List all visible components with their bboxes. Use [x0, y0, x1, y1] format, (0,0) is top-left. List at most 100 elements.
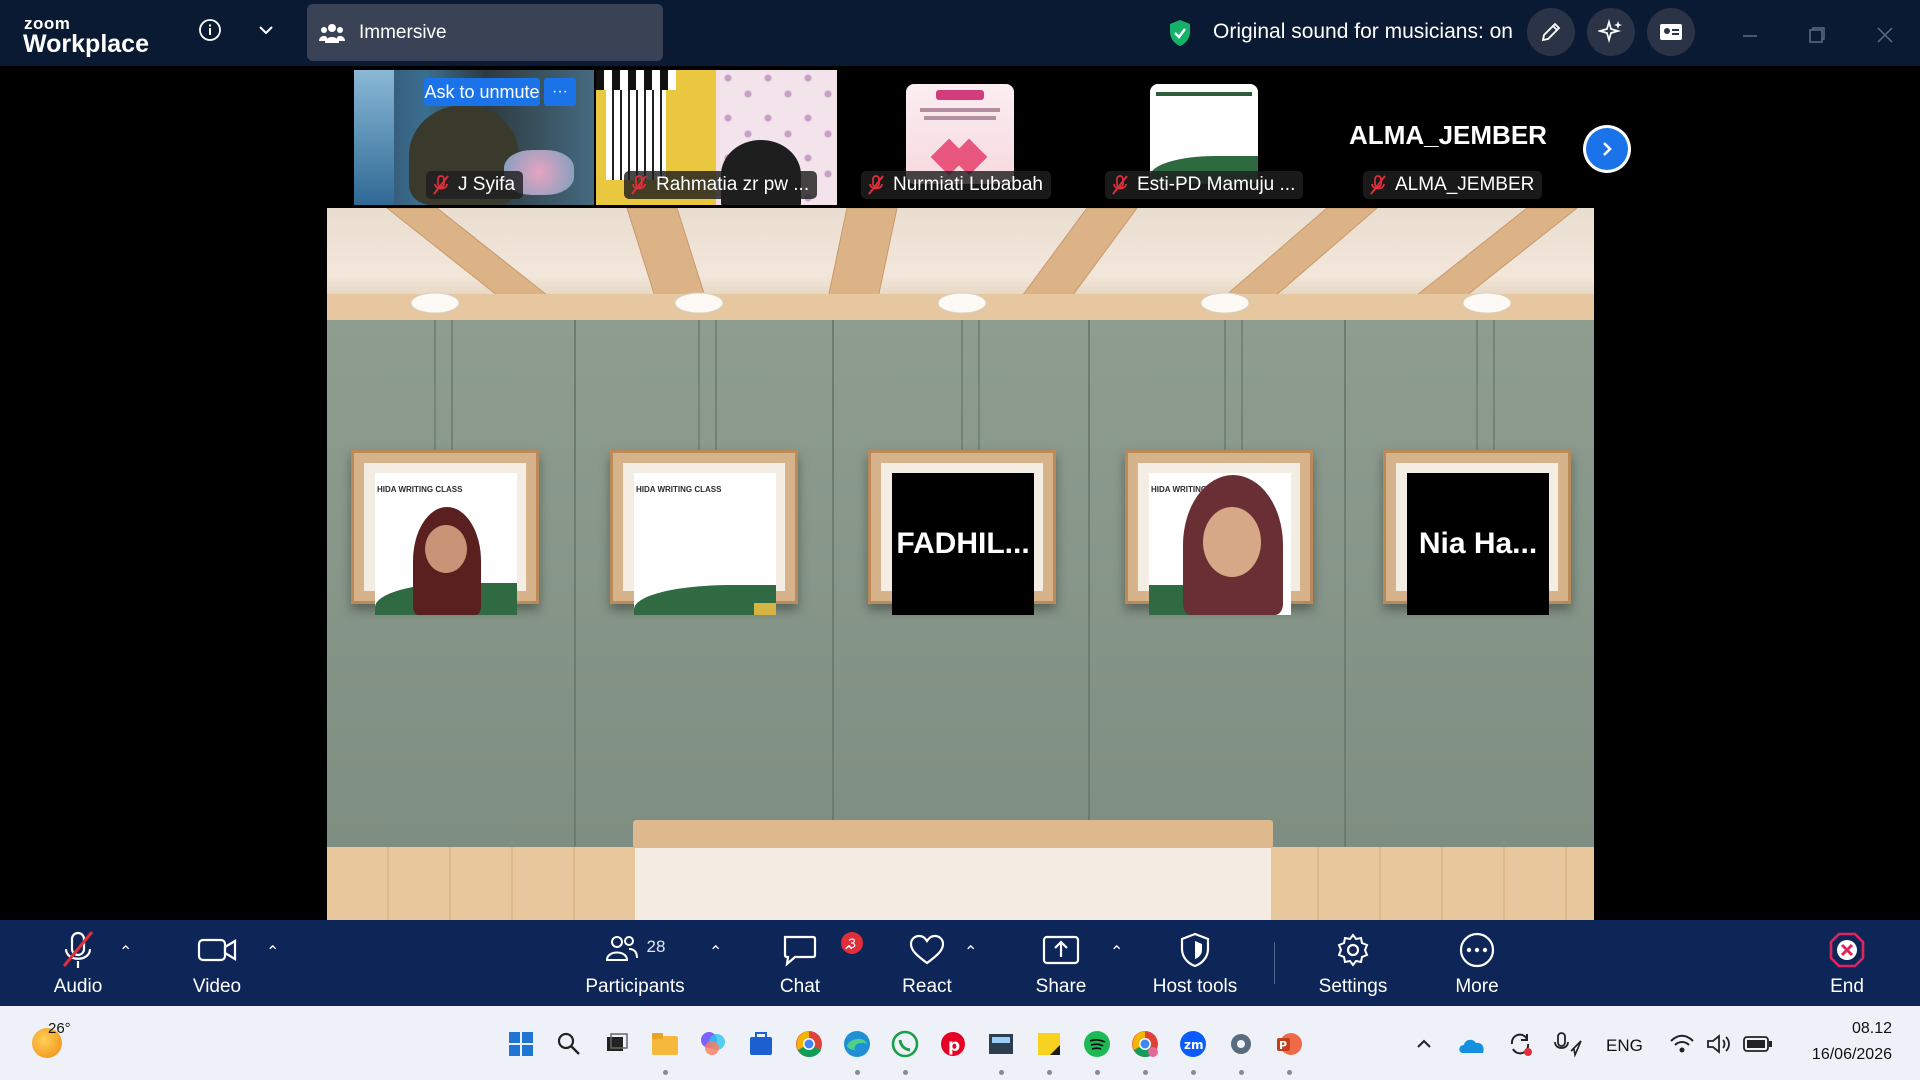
- chat-options-caret[interactable]: ⌃: [842, 942, 855, 962]
- react-options-caret[interactable]: ⌃: [964, 942, 977, 962]
- end-meeting-button[interactable]: End: [1792, 926, 1902, 998]
- video-label: Video: [192, 976, 242, 997]
- host-tools-label: Host tools: [1152, 976, 1238, 997]
- slide-caption: HIDA WRITING CLASS: [377, 485, 463, 494]
- gallery-frame[interactable]: HIDA WRITING CLASS: [351, 450, 539, 615]
- sparkle-icon: [1598, 19, 1622, 44]
- more-options-button[interactable]: ···: [544, 78, 576, 106]
- more-label: More: [1455, 976, 1499, 997]
- id-card-icon: [1660, 24, 1682, 40]
- start-windows-icon[interactable]: [505, 1028, 537, 1060]
- react-button[interactable]: React: [872, 926, 982, 998]
- participant-tile[interactable]: ALMA_JEMBER ALMA_JEMBER: [1327, 70, 1569, 205]
- chevron-up-icon[interactable]: [1408, 1028, 1440, 1060]
- participant-video: HIDA WRITING C: [1149, 473, 1291, 615]
- participant-video-tile[interactable]: Ask to unmute ··· J Syifa: [354, 70, 594, 205]
- mic-muted-icon: [60, 926, 96, 974]
- zoom-app-icon[interactable]: zm: [1177, 1028, 1209, 1060]
- participant-name-card: FADHIL...: [892, 473, 1034, 615]
- participants-button[interactable]: 28 Participants: [580, 926, 690, 998]
- share-screen-icon: [1042, 926, 1080, 974]
- react-label: React: [902, 976, 952, 997]
- chrome-profile-icon[interactable]: [1129, 1028, 1161, 1060]
- mic-muted-icon: [867, 174, 885, 196]
- edge-icon[interactable]: [841, 1028, 873, 1060]
- input-language[interactable]: ENG: [1606, 1036, 1643, 1056]
- participant-card-button[interactable]: [1647, 8, 1695, 56]
- participants-options-caret[interactable]: ⌃: [709, 942, 722, 962]
- audio-button[interactable]: Audio: [23, 926, 133, 998]
- end-x-icon: [1828, 926, 1866, 974]
- clock-date[interactable]: 16/06/2026: [1780, 1046, 1892, 1064]
- search-icon[interactable]: [553, 1028, 585, 1060]
- slide-caption: HIDA WRITING CLASS: [636, 485, 722, 494]
- gallery-frame[interactable]: HIDA WRITING C: [1125, 450, 1313, 615]
- wifi-icon[interactable]: [1666, 1028, 1698, 1060]
- annotate-button[interactable]: [1527, 8, 1575, 56]
- share-label: Share: [1035, 976, 1087, 997]
- mic-location-icon[interactable]: [1552, 1028, 1584, 1060]
- participant-name: Nurmiati Lubabah: [893, 174, 1043, 195]
- chevron-down-icon[interactable]: [252, 16, 280, 44]
- ai-companion-button[interactable]: [1587, 8, 1635, 56]
- close-icon[interactable]: [1870, 20, 1900, 50]
- media-app-icon[interactable]: [985, 1028, 1017, 1060]
- sticky-notes-icon[interactable]: [1033, 1028, 1065, 1060]
- volume-icon[interactable]: [1703, 1028, 1735, 1060]
- pinterest-icon[interactable]: p: [937, 1028, 969, 1060]
- participants-label: Participants: [585, 976, 685, 997]
- restore-icon[interactable]: [1802, 20, 1832, 50]
- participant-tile[interactable]: Nurmiati Lubabah: [839, 70, 1081, 205]
- participant-tile[interactable]: Esti-PD Mamuju ...: [1083, 70, 1325, 205]
- participant-name: Esti-PD Mamuju ...: [1137, 174, 1296, 195]
- gallery-frame[interactable]: Nia Ha...: [1383, 450, 1571, 615]
- sync-icon[interactable]: [1504, 1028, 1536, 1060]
- chrome-icon[interactable]: [793, 1028, 825, 1060]
- immersive-stage: HIDA WRITING CLASS HIDA WRITING CLASS FA…: [327, 208, 1594, 920]
- settings-gear-icon[interactable]: [1225, 1028, 1257, 1060]
- settings-label: Settings: [1318, 976, 1388, 997]
- participant-video-tile[interactable]: Rahmatia zr pw ...: [596, 70, 837, 205]
- video-options-caret[interactable]: ⌃: [266, 942, 279, 962]
- share-options-caret[interactable]: ⌃: [1110, 942, 1123, 962]
- mic-muted-icon: [432, 174, 450, 196]
- clock-time[interactable]: 08.12: [1780, 1020, 1892, 1038]
- participant-name-tag: J Syifa: [426, 171, 524, 199]
- shield-icon: [1179, 926, 1211, 974]
- ask-to-unmute-button[interactable]: Ask to unmute: [424, 78, 540, 106]
- mic-muted-icon: [1369, 174, 1387, 196]
- battery-icon[interactable]: [1742, 1028, 1774, 1060]
- task-view-icon[interactable]: [601, 1028, 633, 1060]
- video-button[interactable]: Video: [162, 926, 272, 998]
- chat-button[interactable]: 3 Chat: [745, 926, 863, 998]
- onedrive-icon[interactable]: [1456, 1028, 1488, 1060]
- end-label: End: [1830, 976, 1864, 997]
- participant-name: ALMA_JEMBER: [1395, 174, 1535, 195]
- mic-muted-icon: [630, 174, 648, 196]
- gallery-frame[interactable]: HIDA WRITING CLASS: [610, 450, 798, 615]
- minimize-icon[interactable]: [1735, 20, 1765, 50]
- store-icon[interactable]: [745, 1028, 777, 1060]
- more-button[interactable]: More: [1422, 926, 1532, 998]
- settings-button[interactable]: Settings: [1298, 926, 1408, 998]
- share-button[interactable]: Share: [1006, 926, 1116, 998]
- info-icon[interactable]: [196, 16, 224, 44]
- host-tools-button[interactable]: Host tools: [1140, 926, 1250, 998]
- toolbar-divider: [1274, 942, 1275, 984]
- spotify-icon[interactable]: [1081, 1028, 1113, 1060]
- gear-icon: [1335, 926, 1371, 974]
- people-icon: [319, 21, 345, 45]
- powerpoint-icon[interactable]: P: [1273, 1028, 1305, 1060]
- chat-bubble-icon: 3: [781, 926, 863, 974]
- copilot-icon[interactable]: [697, 1028, 729, 1060]
- mic-muted-icon: [1111, 174, 1129, 196]
- audio-options-caret[interactable]: ⌃: [119, 942, 132, 962]
- immersive-view-button[interactable]: Immersive: [307, 4, 663, 61]
- file-explorer-icon[interactable]: [649, 1028, 681, 1060]
- next-page-button[interactable]: [1583, 125, 1631, 173]
- gallery-frame[interactable]: FADHIL...: [868, 450, 1056, 615]
- participant-video: HIDA WRITING CLASS: [375, 473, 517, 615]
- whatsapp-icon[interactable]: [889, 1028, 921, 1060]
- participants-icon: [605, 933, 639, 968]
- audio-label: Audio: [53, 976, 103, 997]
